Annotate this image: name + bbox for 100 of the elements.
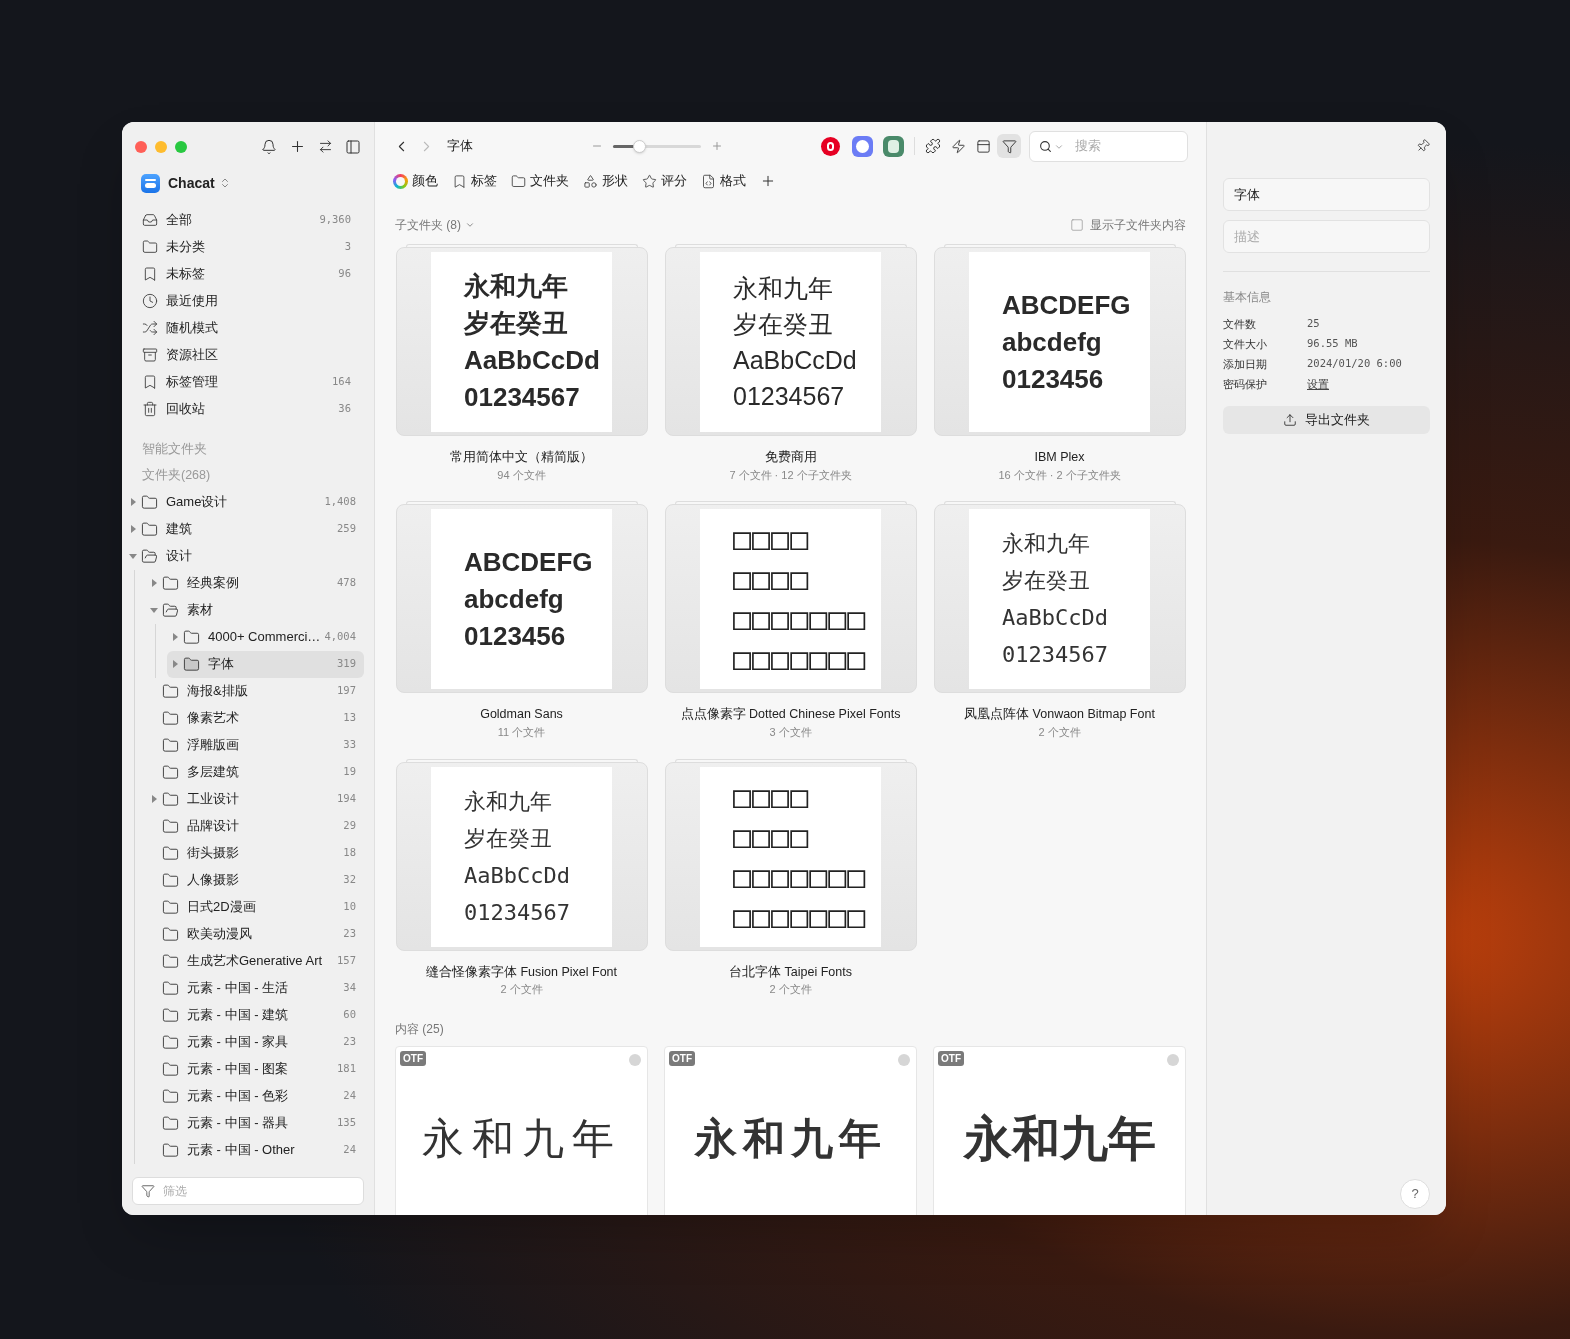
puzzle-icon[interactable] bbox=[925, 138, 941, 154]
subfolder-card[interactable]: □□□□ □□□□ □□□□□□□ □□□□□□□ 台北字体 Taipei Fonts 2 个文件 bbox=[664, 758, 917, 998]
nav-item[interactable]: 随机模式 bbox=[142, 314, 354, 341]
filter-chip[interactable]: 标签 bbox=[452, 171, 497, 191]
nav-item[interactable]: 资源社区 bbox=[142, 341, 354, 368]
caret-right-icon[interactable] bbox=[172, 633, 178, 641]
caret-right-icon[interactable] bbox=[130, 498, 136, 506]
lightning-icon[interactable] bbox=[951, 138, 966, 154]
filter-chip[interactable]: 形状 bbox=[583, 171, 628, 191]
font-file-card[interactable]: OTF 永和九年 bbox=[395, 1045, 648, 1215]
circle-app-icon[interactable] bbox=[852, 135, 873, 157]
folder-item[interactable]: 元素 - 中国 - 器具 135 bbox=[146, 1109, 364, 1137]
name-field[interactable]: 字体 bbox=[1223, 178, 1430, 211]
folder-icon bbox=[162, 601, 179, 619]
caret-right-icon[interactable] bbox=[151, 579, 157, 587]
folder-item[interactable]: 日式2D漫画 10 bbox=[146, 893, 364, 921]
folder-item[interactable]: Game设计 1,408 bbox=[125, 488, 364, 516]
folder-item[interactable]: 素材 bbox=[146, 596, 364, 624]
close-window-button[interactable] bbox=[135, 140, 147, 153]
folder-count: 24 bbox=[343, 1088, 356, 1104]
subfolder-meta: 11 个文件 bbox=[497, 725, 546, 740]
subfolder-card[interactable]: ABCDEFG abcdefg 0123456 Goldman Sans 11 个文件 bbox=[395, 501, 648, 741]
folder-item[interactable]: 人像摄影 32 bbox=[146, 866, 364, 894]
filter-chip[interactable]: 格式 bbox=[701, 171, 746, 191]
folder-icon bbox=[162, 979, 179, 997]
swap-icon[interactable] bbox=[318, 139, 333, 154]
font-preview-text: AaBbCcDd bbox=[464, 861, 571, 890]
folder-item[interactable]: 设计 bbox=[125, 542, 364, 570]
notification-icon[interactable] bbox=[261, 138, 277, 155]
description-field[interactable]: 描述 bbox=[1223, 220, 1430, 253]
folder-item[interactable]: 欧美动漫风 23 bbox=[146, 920, 364, 948]
library-switcher[interactable]: Chacat bbox=[168, 172, 231, 194]
subfolder-card[interactable]: 永和九年 岁在癸丑 AaBbCcDd 01234567 常用简体中文（精简版） 94 个文件 bbox=[395, 244, 648, 484]
add-icon[interactable] bbox=[289, 138, 306, 155]
caret-right-icon[interactable] bbox=[172, 660, 178, 668]
export-folder-button[interactable]: 导出文件夹 bbox=[1223, 406, 1430, 434]
folder-name: 多层建筑 bbox=[187, 763, 240, 782]
subfolder-meta: 2 个文件 bbox=[769, 982, 812, 998]
maximize-window-button[interactable] bbox=[175, 140, 187, 153]
folder-item[interactable]: 街头摄影 18 bbox=[146, 839, 364, 867]
folder-item[interactable]: 元素 - 中国 - 家具 23 bbox=[146, 1028, 364, 1056]
help-button[interactable]: ? bbox=[1400, 1179, 1430, 1209]
nav-label: 未分类 bbox=[166, 237, 206, 256]
zoom-slider[interactable] bbox=[613, 139, 701, 153]
folder-item[interactable]: 工业设计 194 bbox=[146, 785, 364, 813]
folder-item[interactable]: 元素 - 中国 - 色彩 24 bbox=[146, 1082, 364, 1110]
subfolder-meta: 7 个文件 · 12 个子文件夹 bbox=[729, 467, 852, 483]
color-wheel-icon bbox=[393, 173, 408, 189]
nav-item[interactable]: 回收站 36 bbox=[142, 395, 354, 422]
nav-item[interactable]: 未分类 3 bbox=[142, 233, 354, 260]
subfolder-card[interactable]: 永和九年 岁在癸丑 AaBbCcDd 01234567 缝合怪像素字体 Fusion Pixel Font 2 个文件 bbox=[395, 758, 648, 998]
subfolder-card[interactable]: 永和九年 岁在癸丑 AaBbCcDd 01234567 凤凰点阵体 Vonwaon Bitmap Font 2 个文件 bbox=[933, 501, 1186, 741]
zoom-in-icon[interactable] bbox=[711, 140, 723, 152]
folder-item[interactable]: 多层建筑 19 bbox=[146, 758, 364, 786]
subfolder-card[interactable]: ABCDEFG abcdefg 0123456 IBM Plex 16 个文件 · 2 个子文件夹 bbox=[933, 244, 1186, 484]
add-filter-icon[interactable] bbox=[760, 173, 776, 189]
folder-item[interactable]: 海报&排版 197 bbox=[146, 677, 364, 705]
filter-toggle-button[interactable] bbox=[997, 134, 1021, 158]
font-file-card[interactable]: OTF 永和九年 bbox=[664, 1045, 917, 1215]
nav-item[interactable]: 全部 9,360 bbox=[142, 206, 354, 233]
folder-count: 319 bbox=[337, 656, 356, 672]
filter-field[interactable]: 筛选 bbox=[132, 1177, 364, 1205]
subfolders-heading[interactable]: 子文件夹 (8) bbox=[395, 216, 475, 234]
folder-item[interactable]: 建筑 259 bbox=[125, 515, 364, 543]
folder-name: 元素 - 中国 - 生活 bbox=[187, 979, 290, 998]
caret-right-icon[interactable] bbox=[130, 525, 136, 533]
caret-down-icon[interactable] bbox=[129, 553, 137, 559]
folder-item[interactable]: 生成艺术Generative Art 157 bbox=[146, 947, 364, 975]
folder-item[interactable]: 字体 319 bbox=[167, 650, 364, 678]
folder-item[interactable]: 像素艺术 13 bbox=[146, 704, 364, 732]
folder-count: 32 bbox=[343, 872, 356, 888]
filter-chip[interactable]: 颜色 bbox=[393, 171, 438, 191]
nav-item[interactable]: 最近使用 bbox=[142, 287, 354, 314]
font-preview-text: 岁在癸丑 bbox=[733, 309, 834, 340]
folder-item[interactable]: 浮雕版画 33 bbox=[146, 731, 364, 759]
folder-icon bbox=[162, 925, 179, 943]
checkbox[interactable] bbox=[1070, 218, 1084, 232]
info-link[interactable]: 设置 bbox=[1307, 375, 1329, 393]
sidebar-toggle-icon[interactable] bbox=[345, 138, 361, 155]
filter-chip[interactable]: 评分 bbox=[642, 171, 687, 191]
folder-item[interactable]: 元素 - 中国 - Other 24 bbox=[146, 1136, 364, 1164]
nav-item[interactable]: 标签管理 164 bbox=[142, 368, 354, 395]
nav-item[interactable]: 未标签 96 bbox=[142, 260, 354, 287]
folder-item[interactable]: 经典案例 478 bbox=[146, 569, 364, 597]
folder-item[interactable]: 4000+ Commerci… 4,004 bbox=[167, 623, 364, 651]
filter-chip[interactable]: 文件夹 bbox=[511, 171, 569, 191]
caret-down-icon[interactable] bbox=[150, 607, 158, 613]
panel-app-icon[interactable] bbox=[883, 135, 904, 157]
subfolder-card[interactable]: □□□□ □□□□ □□□□□□□ □□□□□□□ 点点像素字 Dotted Chinese Pixel Fonts 3 个文件 bbox=[664, 501, 917, 741]
caret-right-icon[interactable] bbox=[151, 795, 157, 803]
folder-item[interactable]: 品牌设计 29 bbox=[146, 812, 364, 840]
folder-item[interactable]: 元素 - 中国 - 生活 34 bbox=[146, 974, 364, 1002]
folder-item[interactable]: 元素 - 中国 - 图案 181 bbox=[146, 1055, 364, 1083]
font-file-card[interactable]: OTF 永和九年 bbox=[933, 1045, 1186, 1215]
font-preview-text: □□□□ bbox=[733, 817, 811, 856]
subfolder-card[interactable]: 永和九年 岁在癸丑 AaBbCcDd 01234567 免费商用 7 个文件 · 12 个子文件夹 bbox=[664, 244, 917, 484]
search-field[interactable]: 搜索 bbox=[1029, 130, 1188, 162]
folder-item[interactable]: 元素 - 中国 - 建筑 60 bbox=[146, 1001, 364, 1029]
layout-icon[interactable] bbox=[976, 138, 991, 154]
section-heading: 智能文件夹 bbox=[141, 441, 208, 458]
